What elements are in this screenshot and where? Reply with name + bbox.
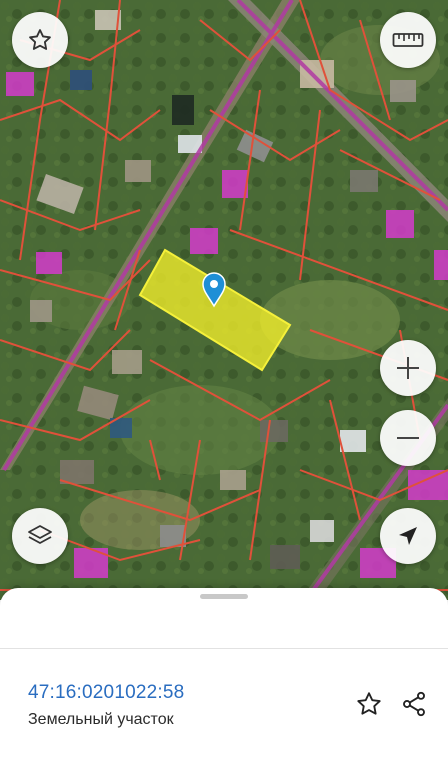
navigation-arrow-icon bbox=[399, 527, 417, 545]
star-outline-icon bbox=[357, 692, 381, 715]
sheet-drag-handle[interactable] bbox=[200, 594, 248, 599]
layers-icon bbox=[28, 525, 52, 544]
my-location-button[interactable] bbox=[380, 508, 436, 564]
object-type-label: Земельный участок bbox=[28, 711, 174, 728]
zoom-out-button[interactable] bbox=[380, 410, 436, 466]
favorite-button[interactable] bbox=[12, 12, 68, 68]
cadastral-number[interactable]: 47:16:0201022:58 bbox=[28, 682, 184, 704]
star-outline-icon bbox=[29, 29, 51, 50]
share-button[interactable] bbox=[398, 688, 430, 720]
minus-icon bbox=[397, 437, 419, 439]
layers-button[interactable] bbox=[12, 508, 68, 564]
map-imagery bbox=[0, 0, 448, 600]
share-icon bbox=[403, 691, 425, 717]
add-favorite-button[interactable] bbox=[353, 688, 385, 720]
ruler-icon bbox=[392, 33, 424, 47]
sheet-divider bbox=[0, 648, 448, 649]
plus-icon bbox=[397, 357, 419, 379]
measure-button[interactable] bbox=[380, 12, 436, 68]
parcel-info-sheet: 47:16:0201022:58 Земельный участок bbox=[0, 588, 448, 768]
satellite-map[interactable] bbox=[0, 0, 448, 600]
zoom-in-button[interactable] bbox=[380, 340, 436, 396]
